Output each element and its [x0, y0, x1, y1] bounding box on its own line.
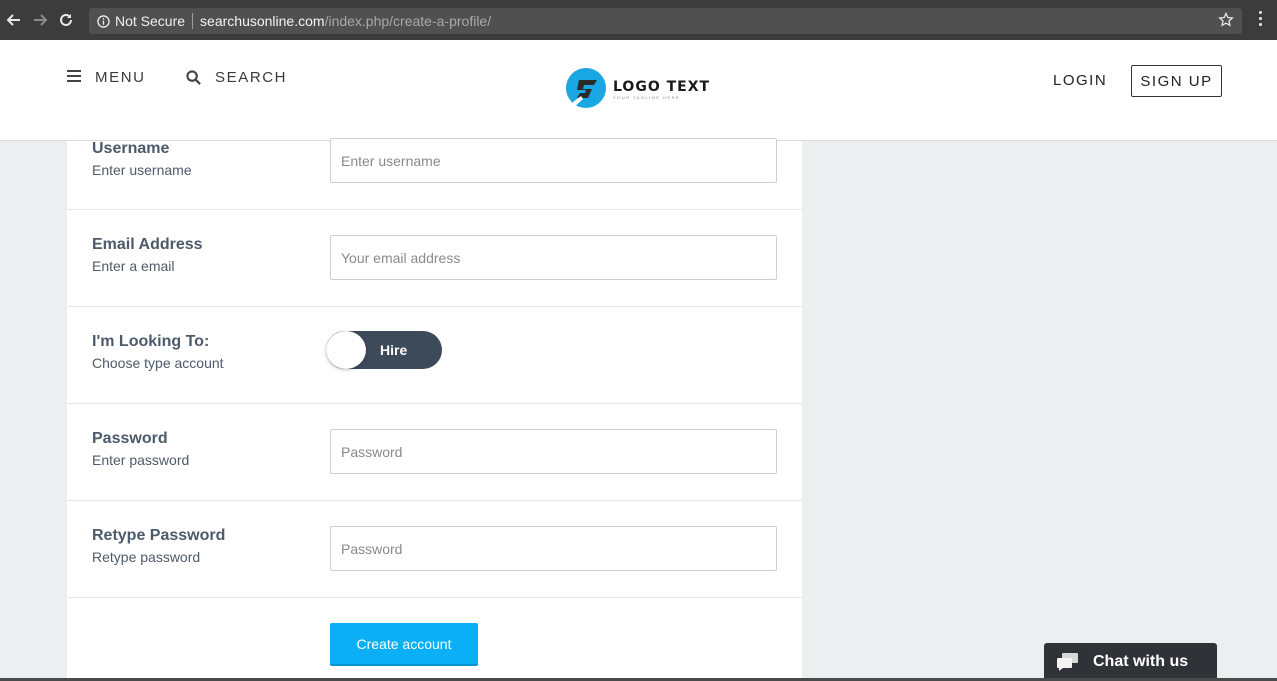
browser-toolbar: Not Secure searchusonline.com/index.php/… — [0, 0, 1277, 40]
signup-button[interactable]: SIGN UP — [1131, 65, 1222, 97]
hamburger-icon — [67, 70, 81, 85]
account-type-toggle[interactable]: Hire — [326, 331, 442, 369]
username-input[interactable] — [330, 138, 777, 183]
security-label: Not Secure — [115, 13, 186, 29]
site-logo[interactable]: LOGO TEXT YOUR TAGLINE HERE — [565, 68, 710, 110]
form-row-password: Password Enter password — [67, 404, 802, 501]
login-link[interactable]: LOGIN — [1053, 72, 1107, 89]
browser-menu-icon[interactable] — [1259, 11, 1263, 29]
chat-bubbles-icon — [1057, 653, 1078, 671]
looking-subtitle: Choose type account — [92, 355, 224, 371]
toggle-label: Hire — [380, 342, 408, 358]
bookmark-star-icon[interactable] — [1218, 11, 1234, 31]
email-subtitle: Enter a email — [92, 258, 175, 274]
site-header: MENU SEARCH LOGO TEXT YOUR TAGLINE HERE … — [0, 40, 1277, 141]
create-account-button[interactable]: Create account — [330, 623, 478, 664]
reload-icon[interactable] — [56, 10, 76, 30]
form-row-account-type: I'm Looking To: Choose type account Hire — [67, 307, 802, 404]
profile-form: Username Enter username Email Address En… — [67, 138, 802, 681]
password-subtitle: Enter password — [92, 452, 190, 468]
form-row-username: Username Enter username — [67, 138, 802, 210]
password-title: Password — [92, 430, 168, 447]
retype-password-input[interactable] — [330, 526, 777, 571]
search-button[interactable]: SEARCH — [186, 69, 287, 86]
form-row-email: Email Address Enter a email — [67, 210, 802, 307]
back-icon[interactable] — [4, 10, 24, 30]
form-row-retype-password: Retype Password Retype password — [67, 501, 802, 598]
menu-button[interactable]: MENU — [67, 69, 146, 86]
forward-icon[interactable] — [30, 10, 50, 30]
address-divider — [192, 13, 194, 29]
password-input[interactable] — [330, 429, 777, 474]
address-bar[interactable]: Not Secure searchusonline.com/index.php/… — [89, 8, 1242, 34]
username-title: Username — [92, 140, 170, 157]
search-icon — [186, 70, 201, 85]
email-input[interactable] — [330, 235, 777, 280]
security-indicator[interactable]: Not Secure — [97, 13, 185, 29]
url-path: /index.php/create-a-profile/ — [324, 13, 492, 29]
chat-label: Chat with us — [1093, 653, 1189, 670]
toggle-knob — [326, 331, 366, 369]
retype-title: Retype Password — [92, 527, 226, 544]
chat-widget[interactable]: Chat with us — [1044, 643, 1217, 681]
email-title: Email Address — [92, 236, 203, 253]
username-subtitle: Enter username — [92, 162, 192, 178]
looking-title: I'm Looking To: — [92, 333, 210, 350]
retype-subtitle: Retype password — [92, 549, 201, 565]
logo-title: LOGO TEXT — [613, 78, 711, 95]
logo-tagline: YOUR TAGLINE HERE — [613, 94, 681, 100]
logo-mark-icon — [566, 68, 606, 108]
search-label: SEARCH — [215, 69, 288, 86]
url-host: searchusonline.com — [200, 13, 325, 29]
menu-label: MENU — [95, 69, 146, 86]
info-icon — [97, 14, 110, 28]
